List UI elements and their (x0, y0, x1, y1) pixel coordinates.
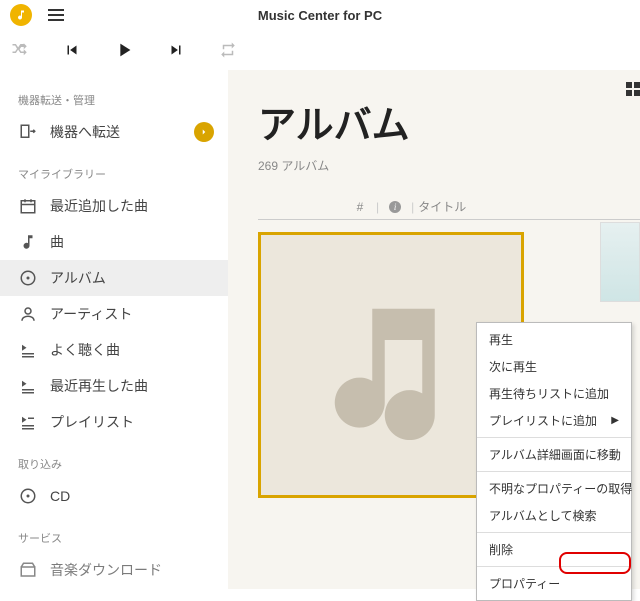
sidebar-item-label: 最近再生した曲 (50, 376, 214, 396)
album-count: 269 アルバム (258, 157, 640, 174)
context-item-delete[interactable]: 削除 (477, 536, 631, 563)
page-title: アルバム (258, 94, 640, 149)
calendar-icon (18, 196, 38, 216)
sidebar-item-artists[interactable]: アーティスト (0, 296, 228, 332)
music-note-icon (18, 232, 38, 252)
column-number[interactable]: # (348, 200, 372, 214)
sidebar-section-device: 機器転送・管理 (0, 86, 228, 114)
person-icon (18, 304, 38, 324)
next-button[interactable] (162, 36, 190, 64)
sidebar-item-label: アルバム (50, 268, 214, 288)
list-header: # | i | タイトル (258, 198, 640, 220)
album-icon (18, 268, 38, 288)
context-item-add-playlist[interactable]: プレイリストに追加▶ (477, 407, 631, 434)
context-item-get-props[interactable]: 不明なプロパティーの取得 (477, 475, 631, 502)
sidebar-item-download[interactable]: 音楽ダウンロード (0, 552, 228, 588)
store-icon (18, 560, 38, 580)
column-info-icon[interactable]: i (383, 201, 407, 213)
context-item-play-next[interactable]: 次に再生 (477, 353, 631, 380)
music-placeholder-icon (316, 290, 466, 440)
sidebar-item-label: 音楽ダウンロード (50, 560, 214, 580)
context-menu: 再生 次に再生 再生待ちリストに追加 プレイリストに追加▶ アルバム詳細画面に移… (476, 322, 632, 601)
app-title: Music Center for PC (258, 8, 382, 23)
shuffle-button[interactable] (6, 36, 34, 64)
sidebar-item-label: アーティスト (50, 304, 214, 324)
sidebar-item-recent-played[interactable]: 最近再生した曲 (0, 368, 228, 404)
previous-button[interactable] (58, 36, 86, 64)
disc-icon (18, 486, 38, 506)
sidebar-item-label: よく聴く曲 (50, 340, 214, 360)
context-item-play[interactable]: 再生 (477, 326, 631, 353)
play-list-icon (18, 340, 38, 360)
transfer-icon (18, 122, 38, 142)
sidebar-item-cd[interactable]: CD (0, 478, 228, 514)
sidebar-item-recent-added[interactable]: 最近追加した曲 (0, 188, 228, 224)
sidebar: 機器転送・管理 機器へ転送 マイライブラリー 最近追加した曲 曲 (0, 70, 228, 589)
context-item-search-album[interactable]: アルバムとして検索 (477, 502, 631, 529)
sidebar-item-label: 機器へ転送 (50, 122, 194, 142)
app-logo-icon (10, 4, 32, 26)
sidebar-section-service: サービス (0, 524, 228, 552)
sidebar-item-often-played[interactable]: よく聴く曲 (0, 332, 228, 368)
submenu-arrow-icon: ▶ (611, 415, 619, 426)
sidebar-section-import: 取り込み (0, 450, 228, 478)
sidebar-item-label: 最近追加した曲 (50, 196, 214, 216)
sidebar-item-transfer[interactable]: 機器へ転送 (0, 114, 228, 150)
context-item-add-queue[interactable]: 再生待ちリストに追加 (477, 380, 631, 407)
context-menu-separator (477, 471, 631, 472)
chevron-right-icon (194, 122, 214, 142)
sidebar-item-label: 曲 (50, 232, 214, 252)
repeat-button[interactable] (214, 36, 242, 64)
play-button[interactable] (110, 36, 138, 64)
sidebar-item-playlists[interactable]: プレイリスト (0, 404, 228, 440)
context-item-properties[interactable]: プロパティー (477, 570, 631, 597)
column-title[interactable]: タイトル (418, 198, 466, 215)
context-item-goto-detail[interactable]: アルバム詳細画面に移動 (477, 441, 631, 468)
context-menu-separator (477, 566, 631, 567)
sidebar-item-songs[interactable]: 曲 (0, 224, 228, 260)
view-toggle-grid-button[interactable] (620, 78, 640, 100)
sidebar-item-label: プレイリスト (50, 412, 214, 432)
hamburger-menu-icon[interactable] (48, 9, 64, 21)
playlist-icon (18, 412, 38, 432)
sidebar-item-label: CD (50, 488, 214, 504)
context-menu-separator (477, 437, 631, 438)
sidebar-section-library: マイライブラリー (0, 160, 228, 188)
sidebar-item-albums[interactable]: アルバム (0, 260, 228, 296)
play-list-icon (18, 376, 38, 396)
album-tile[interactable] (600, 222, 640, 302)
context-menu-separator (477, 532, 631, 533)
